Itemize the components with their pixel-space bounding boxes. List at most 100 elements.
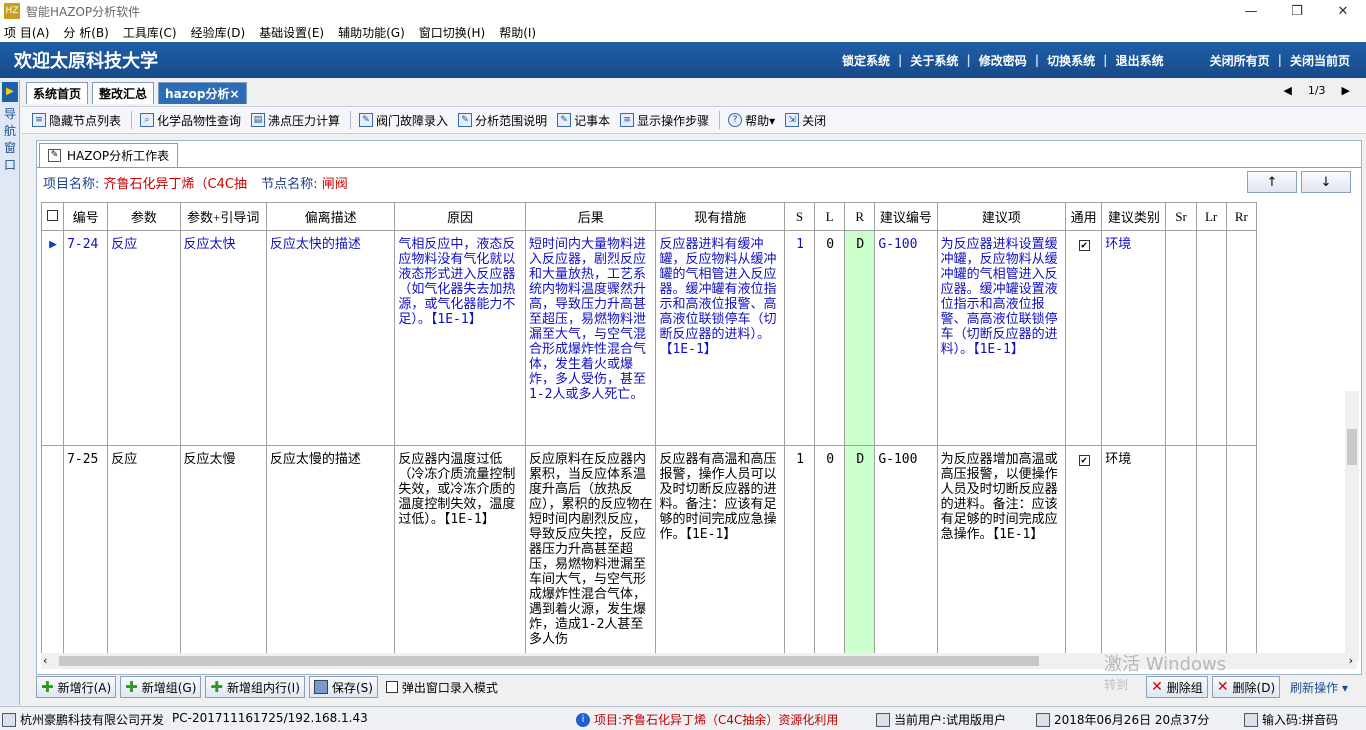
cell-s[interactable]: 1 (783, 445, 816, 654)
col-header[interactable]: 偏离描述 (265, 202, 396, 231)
cell-consequence[interactable]: 反应原料在反应器内累积，当反应体系温度升高后（放热反应），累积的反应物在短时间内… (524, 445, 657, 654)
cell-cause[interactable]: 反应器内温度过低（冷冻介质流量控制失效，或冷冻介质的温度控制失效，温度过低）。【… (394, 445, 526, 654)
expand-nav-icon[interactable]: ▶ (2, 82, 18, 102)
cell-param[interactable]: 反应 (107, 445, 181, 654)
switch-system-link[interactable]: 切换系统 (1039, 52, 1103, 69)
checkbox-unchecked[interactable] (385, 681, 398, 693)
col-header[interactable]: 通用 (1065, 202, 1103, 231)
about-link[interactable]: 关于系统 (902, 52, 966, 69)
col-header[interactable]: 参数 (107, 202, 181, 231)
cell-suggestion[interactable]: 为反应器增加高温或高压报警，以便操作人员及时切断反应器的进料。备注：应该有足够的… (936, 445, 1067, 654)
menu-help[interactable]: 帮助(I) (499, 24, 536, 41)
cell-r[interactable]: D (844, 445, 876, 654)
nav-window-strip[interactable]: ▶ 导航窗口 (0, 80, 20, 705)
col-header[interactable]: 现有措施 (655, 202, 785, 231)
col-header[interactable]: 建议类别 (1101, 202, 1167, 231)
cell-deviation[interactable]: 反应太慢的描述 (265, 445, 396, 654)
col-header[interactable]: S (783, 202, 816, 231)
menu-project[interactable]: 项 目(A) (4, 24, 49, 41)
show-steps-button[interactable]: ≡ 显示操作步骤 (620, 112, 709, 129)
cell-id[interactable]: 7-24 (63, 230, 109, 446)
col-header[interactable]: Rr (1225, 202, 1258, 231)
col-header[interactable]: R (844, 202, 876, 231)
scroll-right-icon[interactable]: › (1349, 654, 1353, 667)
tab-home[interactable]: 系统首页 (26, 82, 89, 104)
popup-mode-checkbox[interactable]: 弹出窗口录入模式 (385, 679, 498, 696)
col-header[interactable]: 建议项 (936, 202, 1067, 231)
cell-consequence[interactable]: 短时间内大量物料进入反应器，剧烈反应和大量放热，工艺系统内物料温度骤然升高，导致… (524, 230, 657, 446)
cell-suggestion-id[interactable]: G-100 (874, 230, 938, 446)
cell-cause[interactable]: 气相反应中，液态反应物料没有气化就以液态形式进入反应器（如气化器失去加热源，或气… (394, 230, 526, 446)
cell-param[interactable]: 反应 (107, 230, 181, 446)
restore-icon[interactable]: ❐ (1274, 0, 1320, 22)
move-down-button[interactable]: ↓ (1301, 171, 1351, 193)
analysis-scope-button[interactable]: ✎ 分析范围说明 (458, 112, 547, 129)
exit-system-link[interactable]: 退出系统 (1108, 52, 1172, 69)
scroll-left-icon[interactable]: ‹ (43, 654, 47, 667)
hide-node-list-button[interactable]: ≡ 隐藏节点列表 (32, 112, 121, 129)
cell-guide[interactable]: 反应太慢 (179, 445, 267, 654)
notepad-button[interactable]: ✎ 记事本 (557, 112, 610, 129)
cell-general-checkbox[interactable]: ✔ (1065, 445, 1103, 654)
close-all-pages-link[interactable]: 关闭所有页 (1202, 52, 1278, 69)
add-group-button[interactable]: ✚ 新增组(G) (120, 676, 202, 698)
prev-page-icon[interactable]: ◀ (1283, 84, 1291, 97)
col-header[interactable]: 参数+引导词 (179, 202, 267, 231)
cell-category[interactable]: 环境 (1101, 445, 1167, 654)
valve-fault-entry-button[interactable]: ✎ 阀门故障录入 (359, 112, 448, 129)
table-row[interactable]: 7-25 反应 反应太慢 反应太慢的描述 反应器内温度过低（冷冻介质流量控制失效… (41, 445, 1258, 654)
change-password-link[interactable]: 修改密码 (971, 52, 1035, 69)
col-header[interactable]: Lr (1195, 202, 1227, 231)
vertical-scrollbar[interactable] (1345, 391, 1359, 661)
save-button[interactable]: 保存(S) (308, 676, 378, 698)
cell-measures[interactable]: 反应器进料有缓冲罐，反应物料从缓冲罐的气相管进入反应器。缓冲罐有液位指示和高液位… (655, 230, 785, 446)
vertical-scroll-thumb[interactable] (1347, 429, 1357, 465)
add-row-button[interactable]: ✚ 新增行(A) (36, 676, 117, 698)
cell-l[interactable]: 0 (814, 445, 846, 654)
delete-button[interactable]: ✕ 删除(D) (1211, 676, 1281, 698)
lock-system-link[interactable]: 锁定系统 (834, 52, 898, 69)
cell-suggestion-id[interactable]: G-100 (874, 445, 938, 654)
move-up-button[interactable]: ↑ (1247, 171, 1297, 193)
checkbox-checked[interactable]: ✔ (1078, 240, 1090, 251)
col-header[interactable]: 建议编号 (874, 202, 938, 231)
help-button[interactable]: ? 帮助▾ (728, 112, 775, 129)
cell-rr[interactable] (1225, 230, 1258, 446)
cell-measures[interactable]: 反应器有高温和高压报警，操作人员可以及时切断反应器的进料。备注：应该有足够的时间… (655, 445, 785, 654)
tab-hazop-analysis[interactable]: hazop分析× (158, 82, 247, 104)
close-current-page-link[interactable]: 关闭当前页 (1282, 52, 1358, 69)
menu-window[interactable]: 窗口切换(H) (419, 24, 485, 41)
cell-sr[interactable] (1165, 445, 1197, 654)
menu-experience[interactable]: 经验库(D) (191, 24, 246, 41)
worksheet-tab[interactable]: ✎ HAZOP分析工作表 (39, 143, 179, 167)
checkbox-checked[interactable]: ✔ (1078, 455, 1090, 466)
cell-deviation[interactable]: 反应太快的描述 (265, 230, 396, 446)
delete-group-button[interactable]: ✕ 删除组 (1146, 676, 1208, 698)
table-row[interactable]: ▶ 7-24 反应 反应太快 反应太快的描述 气相反应中，液态反应物料没有气化就… (41, 230, 1258, 446)
cell-lr[interactable] (1195, 230, 1227, 446)
minimize-icon[interactable]: — (1228, 0, 1274, 22)
cell-s[interactable]: 1 (783, 230, 816, 446)
cell-r[interactable]: D (844, 230, 876, 446)
cell-id[interactable]: 7-25 (63, 445, 109, 654)
boiling-pressure-calc-button[interactable]: ▤ 沸点压力计算 (251, 112, 340, 129)
menu-settings[interactable]: 基础设置(E) (259, 24, 324, 41)
menu-tools[interactable]: 工具库(C) (123, 24, 177, 41)
chemical-property-query-button[interactable]: ⌕ 化学品物性查询 (140, 112, 241, 129)
next-page-icon[interactable]: ▶ (1342, 84, 1350, 97)
cell-suggestion[interactable]: 为反应器进料设置缓冲罐，反应物料从缓冲罐的气相管进入反应器。缓冲罐设置液位指示和… (936, 230, 1067, 446)
cell-guide[interactable]: 反应太快 (179, 230, 267, 446)
menu-analysis[interactable]: 分 析(B) (63, 24, 108, 41)
add-group-row-button[interactable]: ✚ 新增组内行(I) (205, 676, 305, 698)
cell-category[interactable]: 环境 (1101, 230, 1167, 446)
refresh-operation-dropdown[interactable]: 刷新操作 ▾ (1290, 679, 1348, 696)
cell-lr[interactable] (1195, 445, 1227, 654)
close-icon[interactable]: ✕ (1320, 0, 1366, 22)
col-header[interactable]: Sr (1165, 202, 1197, 231)
cell-rr[interactable] (1225, 445, 1258, 654)
cell-sr[interactable] (1165, 230, 1197, 446)
col-header[interactable]: 后果 (524, 202, 657, 231)
col-header[interactable]: 编号 (63, 202, 109, 231)
close-button[interactable]: ⇲ 关闭 (785, 112, 826, 129)
select-all-header[interactable] (41, 202, 65, 231)
